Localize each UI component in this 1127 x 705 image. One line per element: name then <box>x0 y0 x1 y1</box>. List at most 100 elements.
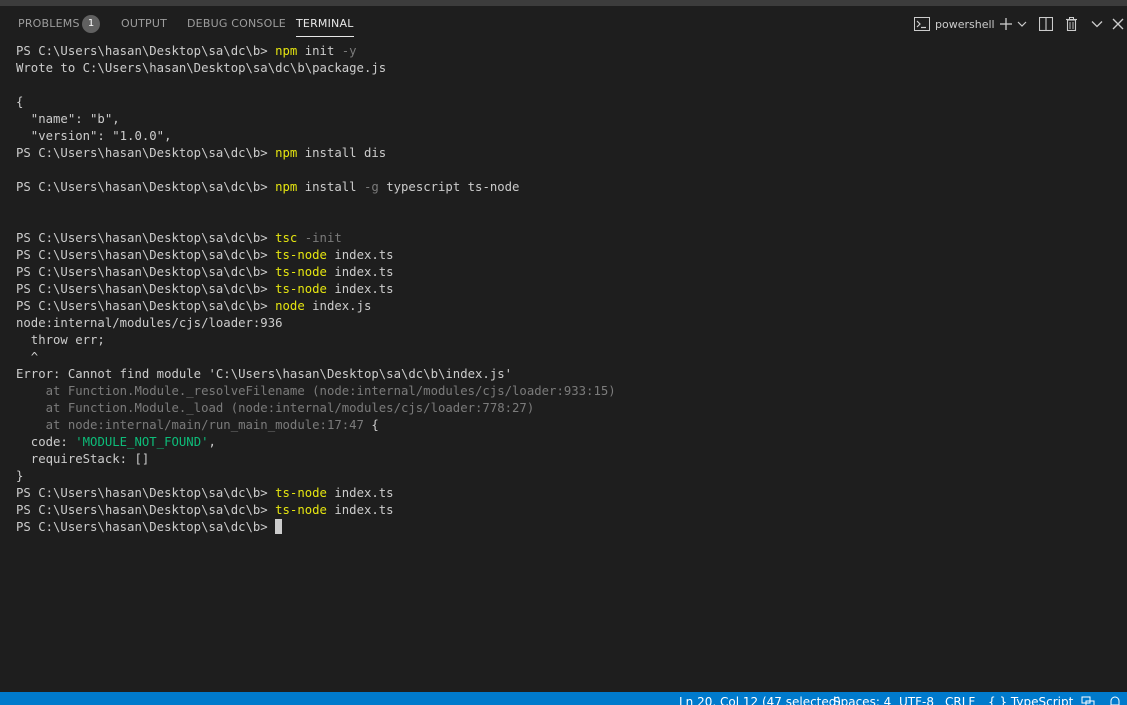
terminal-line: requireStack: [] <box>16 451 1116 468</box>
command-args: index.ts <box>326 265 394 279</box>
output-text: } <box>16 469 24 483</box>
command-flag: -init <box>304 231 342 245</box>
terminal-line: throw err; <box>16 332 1116 349</box>
terminal-line: { <box>16 94 1116 111</box>
line-ending[interactable]: CRLF <box>945 695 975 705</box>
terminal-line: "name": "b", <box>16 111 1116 128</box>
command-args: index.js <box>304 299 372 313</box>
output-text: throw err; <box>16 333 105 347</box>
prompt: PS C:\Users\hasan\Desktop\sa\dc\b> <box>16 503 276 517</box>
trash-icon <box>1065 17 1077 31</box>
file-encoding[interactable]: UTF-8 <box>899 695 934 705</box>
language-mode[interactable]: { } TypeScript <box>988 695 1073 705</box>
terminal-line: at Function.Module._resolveFilename (nod… <box>16 383 1116 400</box>
tab-terminal[interactable]: TERMINAL <box>296 6 354 42</box>
tab-debug-console-label: DEBUG CONSOLE <box>187 17 286 30</box>
output-text: "name": "b", <box>16 112 120 126</box>
tab-output[interactable]: OUTPUT <box>121 6 167 42</box>
output-text: requireStack: [] <box>16 452 150 466</box>
panel-views-dropdown[interactable] <box>1088 12 1106 36</box>
terminal-line: ^ <box>16 349 1116 366</box>
prompt: PS C:\Users\hasan\Desktop\sa\dc\b> <box>16 248 276 262</box>
command-args: index.ts <box>326 486 394 500</box>
prompt: PS C:\Users\hasan\Desktop\sa\dc\b> <box>16 44 276 58</box>
plus-icon <box>1000 18 1012 30</box>
terminal-line: Wrote to C:\Users\hasan\Desktop\sa\dc\b\… <box>16 60 1116 77</box>
notifications-button[interactable] <box>1109 696 1121 705</box>
error-message: Error: Cannot find module 'C:\Users\hasa… <box>16 367 513 381</box>
command-args: typescript ts-node <box>378 180 520 194</box>
kill-terminal-button[interactable] <box>1062 12 1080 36</box>
panel-header: PROBLEMS 1 OUTPUT DEBUG CONSOLE TERMINAL… <box>0 6 1127 42</box>
output-text: { <box>363 418 379 432</box>
terminal-icon <box>914 17 930 31</box>
tab-terminal-label: TERMINAL <box>296 17 354 30</box>
chevron-down-icon <box>1017 21 1027 27</box>
tab-debug-console[interactable]: DEBUG CONSOLE <box>187 6 286 42</box>
language-mode-label: TypeScript <box>1010 695 1074 705</box>
stack-trace-line: at Function.Module._load (node:internal/… <box>16 401 535 415</box>
problems-count-badge: 1 <box>82 15 100 33</box>
tab-problems[interactable]: PROBLEMS <box>18 6 80 42</box>
command: npm <box>275 146 298 160</box>
new-terminal-button[interactable] <box>997 12 1015 36</box>
stack-trace-line: at node:internal/main/run_main_module:17… <box>16 418 364 432</box>
terminal-line: } <box>16 468 1116 485</box>
close-panel-button[interactable] <box>1110 12 1126 36</box>
feedback-icon <box>1081 696 1095 705</box>
terminal-line: PS C:\Users\hasan\Desktop\sa\dc\b> ts-no… <box>16 281 1116 298</box>
command: ts-node <box>275 486 327 500</box>
terminal-line: PS C:\Users\hasan\Desktop\sa\dc\b> tsc -… <box>16 230 1116 247</box>
terminal-line: Error: Cannot find module 'C:\Users\hasa… <box>16 366 1116 383</box>
terminal-line: PS C:\Users\hasan\Desktop\sa\dc\b> node … <box>16 298 1116 315</box>
command: tsc <box>275 231 298 245</box>
prompt: PS C:\Users\hasan\Desktop\sa\dc\b> <box>16 299 276 313</box>
prompt: PS C:\Users\hasan\Desktop\sa\dc\b> <box>16 282 276 296</box>
command-args: install dis <box>297 146 387 160</box>
command: npm <box>275 180 298 194</box>
prompt: PS C:\Users\hasan\Desktop\sa\dc\b> <box>16 486 276 500</box>
command: ts-node <box>275 282 327 296</box>
terminal-line: PS C:\Users\hasan\Desktop\sa\dc\b> ts-no… <box>16 264 1116 281</box>
close-icon <box>1112 18 1124 30</box>
command-flag: -y <box>341 44 357 58</box>
output-text: "version": "1.0.0", <box>16 129 172 143</box>
terminal-shell-selector[interactable]: powershell <box>914 12 995 36</box>
feedback-button[interactable] <box>1081 696 1095 705</box>
command-args: install <box>297 180 364 194</box>
output-text: node:internal/modules/cjs/loader:936 <box>16 316 283 330</box>
command: ts-node <box>275 248 327 262</box>
stack-trace-line: at Function.Module._resolveFilename (nod… <box>16 384 616 398</box>
shell-label: powershell <box>935 17 995 31</box>
tab-output-label: OUTPUT <box>121 17 168 30</box>
command: ts-node <box>275 265 327 279</box>
terminal-output[interactable]: PS C:\Users\hasan\Desktop\sa\dc\b> npm i… <box>16 43 1116 683</box>
cursor-position[interactable]: Ln 20, Col 12 (47 selected) <box>679 695 841 705</box>
prompt: PS C:\Users\hasan\Desktop\sa\dc\b> <box>16 265 276 279</box>
terminal-line: "version": "1.0.0", <box>16 128 1116 145</box>
terminal-cursor <box>275 519 283 534</box>
terminal-line: PS C:\Users\hasan\Desktop\sa\dc\b> npm i… <box>16 179 1116 196</box>
terminal-line: PS C:\Users\hasan\Desktop\sa\dc\b> npm i… <box>16 145 1116 162</box>
prompt: PS C:\Users\hasan\Desktop\sa\dc\b> <box>16 520 276 534</box>
prompt: PS C:\Users\hasan\Desktop\sa\dc\b> <box>16 146 276 160</box>
command-args: index.ts <box>326 503 394 517</box>
terminal-line: PS C:\Users\hasan\Desktop\sa\dc\b> ts-no… <box>16 502 1116 519</box>
terminal-line: PS C:\Users\hasan\Desktop\sa\dc\b> npm i… <box>16 43 1116 60</box>
launch-profile-dropdown[interactable] <box>1015 12 1029 36</box>
command-args: index.ts <box>326 248 394 262</box>
indentation-setting[interactable]: Spaces: 4 <box>833 695 891 705</box>
command: npm <box>275 44 298 58</box>
output-text: code: <box>16 435 76 449</box>
braces-icon: { } <box>988 695 1008 705</box>
output-text: , <box>208 435 216 449</box>
split-terminal-button[interactable] <box>1037 12 1055 36</box>
terminal-line: PS C:\Users\hasan\Desktop\sa\dc\b> <box>16 519 1116 536</box>
prompt: PS C:\Users\hasan\Desktop\sa\dc\b> <box>16 231 276 245</box>
prompt: PS C:\Users\hasan\Desktop\sa\dc\b> <box>16 180 276 194</box>
error-code-string: 'MODULE_NOT_FOUND' <box>75 435 209 449</box>
